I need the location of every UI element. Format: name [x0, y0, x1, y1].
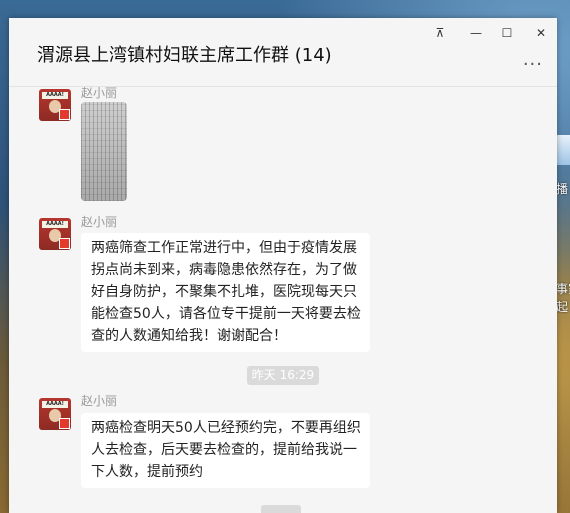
message-line: 下人数，提前预约	[91, 464, 203, 480]
message-line: 两癌筛查工作正常进行中，但由于疫情发展	[91, 240, 357, 256]
timestamp-partial	[261, 505, 301, 513]
avatar-banner: AAAA!	[42, 221, 68, 228]
more-options-icon[interactable]: ···	[523, 54, 543, 75]
avatar[interactable]: AAAA!	[39, 89, 71, 121]
flag-icon	[59, 109, 70, 120]
message-line: 人去检查，后天要去检查的，提前给我说一	[91, 442, 357, 458]
text-message[interactable]: 两癌筛查工作正常进行中，但由于疫情发展 拐点尚未到来，病毒隐患依然存在，为了做 …	[81, 233, 370, 352]
maximize-button[interactable]: ☐	[496, 24, 518, 42]
timestamp: 昨天 16:29	[247, 366, 319, 385]
sender-name: 赵小丽	[81, 215, 118, 229]
message-line: 两癌检查明天50人已经预约完，不要再组织	[91, 420, 361, 436]
desktop-shortcut-icon[interactable]	[556, 135, 570, 165]
avatar[interactable]: AAAA!	[39, 398, 71, 430]
desktop-shortcut-label: 事家	[556, 282, 570, 296]
message-line: 拐点尚未到来，病毒隐患依然存在，为了做	[91, 262, 357, 278]
avatar-banner: AAAA!	[42, 401, 68, 408]
message-line: 查的人数通知给我！谢谢配合！	[91, 328, 287, 344]
message-line: 好自身防护，不聚集不扎堆，医院现每天只	[91, 284, 357, 300]
desktop-shortcut-label: 起	[556, 300, 569, 314]
close-button[interactable]: ✕	[530, 24, 552, 42]
text-message[interactable]: 两癌检查明天50人已经预约完，不要再组织 人去检查，后天要去检查的，提前给我说一…	[81, 413, 370, 488]
sender-name: 赵小丽	[81, 394, 118, 408]
avatar-banner: AAAA!	[42, 92, 68, 99]
avatar[interactable]: AAAA!	[39, 218, 71, 250]
minimize-button[interactable]: —	[465, 24, 487, 42]
message-feed[interactable]: AAAA! 赵小丽 AAAA! 赵小丽 两癌筛查工作正常进行中，但由于疫情发展 …	[9, 86, 557, 513]
chat-header: ⊼ — ☐ ✕ 渭源县上湾镇村妇联主席工作群 (14) ···	[9, 18, 557, 87]
message-line: 能检查50人，请各位专干提前一天将要去检	[91, 306, 361, 322]
pin-icon[interactable]: ⊼	[429, 24, 451, 42]
flag-icon	[59, 418, 70, 429]
flag-icon	[59, 238, 70, 249]
desktop-shortcut-label: 播	[556, 182, 569, 196]
chat-window: ⊼ — ☐ ✕ 渭源县上湾镇村妇联主席工作群 (14) ··· AAAA! 赵小…	[9, 18, 557, 513]
image-message[interactable]	[81, 102, 127, 201]
chat-title: 渭源县上湾镇村妇联主席工作群 (14)	[37, 45, 332, 66]
